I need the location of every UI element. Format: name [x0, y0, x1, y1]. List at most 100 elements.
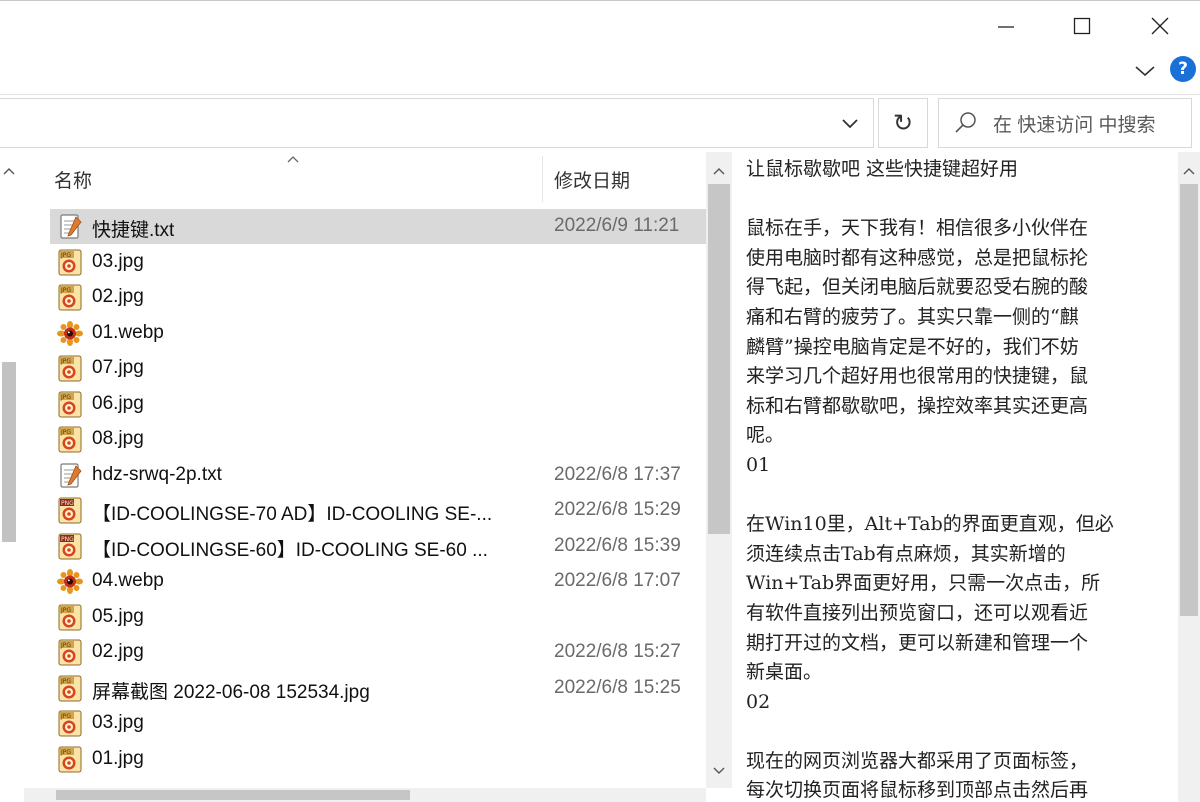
- file-name: 01.jpg: [92, 747, 144, 769]
- chevron-down-icon: [713, 767, 725, 774]
- file-row[interactable]: 04.webp 2022/6/8 17:07: [50, 564, 706, 599]
- file-date-modified: 2022/6/9 11:21: [554, 215, 680, 236]
- jpg-file-icon: JPG: [56, 249, 84, 276]
- svg-text:JPG: JPG: [60, 252, 71, 259]
- jpg-file-icon: JPG: [56, 355, 84, 382]
- close-button[interactable]: [1124, 0, 1196, 52]
- file-row[interactable]: JPG 03.jpg: [50, 706, 706, 741]
- file-name: 03.jpg: [92, 712, 144, 733]
- jpg-file-icon: JPG: [56, 746, 84, 773]
- minimize-button[interactable]: [970, 0, 1042, 52]
- file-name: 02.jpg: [92, 286, 144, 307]
- png-file-icon: PNG: [56, 497, 84, 524]
- svg-text:JPG: JPG: [60, 358, 71, 365]
- webp-file-icon: [56, 568, 84, 595]
- svg-text:PNG: PNG: [61, 500, 74, 507]
- file-list-scroll-up-button[interactable]: [706, 160, 732, 182]
- file-date-modified: 2022/6/8 17:07: [554, 570, 681, 591]
- svg-text:JPG: JPG: [60, 394, 71, 401]
- column-header-row: 名称 修改日期: [24, 152, 706, 202]
- preview-text-content: 让鼠标歇歇吧 这些快捷键超好用 鼠标在手，天下我有！相信很多小伙伴在 使用电脑时…: [746, 158, 1114, 802]
- file-date-modified: 2022/6/8 15:27: [554, 641, 681, 662]
- file-name: 05.jpg: [92, 605, 144, 627]
- ribbon-row: [0, 52, 1200, 94]
- file-name: 屏幕截图 2022-06-08 152534.jpg: [92, 681, 370, 703]
- file-list[interactable]: 名称 修改日期 快捷键.txt 2022/6/9 11:21 JPG 03.jpg JP…: [24, 152, 706, 788]
- column-header-date-modified[interactable]: 修改日期: [554, 166, 630, 193]
- chevron-up-icon: [713, 168, 725, 175]
- file-row[interactable]: JPG 01.jpg: [50, 742, 706, 777]
- file-row[interactable]: hdz-srwq-2p.txt 2022/6/8 17:37: [50, 458, 706, 493]
- file-row[interactable]: JPG 02.jpg 2022/6/8 15:27: [50, 635, 706, 670]
- file-row[interactable]: JPG 07.jpg: [50, 351, 706, 386]
- svg-text:JPG: JPG: [60, 607, 71, 614]
- file-row[interactable]: JPG 05.jpg: [50, 600, 706, 635]
- file-row[interactable]: JPG 03.jpg: [50, 245, 706, 280]
- file-name: 【ID-COOLINGSE-70 AD】ID-COOLING SE-...: [92, 504, 493, 525]
- file-name: 快捷键.txt: [92, 220, 175, 241]
- nav-scroll-up-button[interactable]: [0, 160, 18, 182]
- file-row[interactable]: JPG 屏幕截图 2022-06-08 152534.jpg 2022/6/8 15…: [50, 671, 706, 706]
- file-row[interactable]: 01.webp: [50, 316, 706, 351]
- preview-scroll-up-button[interactable]: [1178, 160, 1200, 182]
- file-name: hdz-srwq-2p.txt: [92, 463, 222, 485]
- address-bar[interactable]: [0, 98, 874, 148]
- preview-pane[interactable]: 让鼠标歇歇吧 这些快捷键超好用 鼠标在手，天下我有！相信很多小伙伴在 使用电脑时…: [734, 152, 1178, 802]
- file-row[interactable]: PNG 【ID-COOLINGSE-70 AD】ID-COOLING SE-...…: [50, 493, 706, 528]
- expand-ribbon-button[interactable]: [1130, 58, 1160, 84]
- file-row[interactable]: 快捷键.txt 2022/6/9 11:21: [50, 209, 706, 244]
- chevron-down-icon: [842, 119, 858, 129]
- jpg-file-icon: JPG: [56, 391, 84, 418]
- chevron-up-icon: [3, 168, 15, 175]
- svg-text:PNG: PNG: [61, 536, 74, 543]
- address-history-dropdown[interactable]: [834, 108, 866, 140]
- help-icon: ?: [1178, 59, 1188, 79]
- file-list-scroll-down-button[interactable]: [706, 760, 732, 782]
- file-row[interactable]: JPG 08.jpg: [50, 422, 706, 457]
- jpg-file-icon: JPG: [56, 426, 84, 453]
- file-name: 06.jpg: [92, 392, 144, 414]
- png-file-icon: PNG: [56, 533, 84, 560]
- file-list-scrollbar-thumb[interactable]: [708, 184, 730, 534]
- column-divider[interactable]: [542, 156, 543, 202]
- file-name: 04.webp: [92, 570, 164, 591]
- svg-text:JPG: JPG: [60, 429, 71, 436]
- search-box[interactable]: 在 快速访问 中搜索: [938, 98, 1192, 148]
- maximize-icon: [1073, 17, 1091, 35]
- chevron-up-icon: [1183, 168, 1195, 175]
- chevron-down-icon: [1135, 66, 1155, 77]
- svg-text:JPG: JPG: [60, 749, 71, 756]
- file-name: 01.webp: [92, 321, 164, 343]
- preview-scrollbar-thumb[interactable]: [1180, 184, 1198, 616]
- close-icon: [1151, 17, 1169, 35]
- column-header-name[interactable]: 名称: [54, 166, 92, 193]
- svg-text:JPG: JPG: [60, 678, 71, 685]
- file-row[interactable]: JPG 02.jpg: [50, 280, 706, 315]
- file-date-modified: 2022/6/8 15:29: [554, 499, 681, 520]
- svg-text:JPG: JPG: [60, 642, 71, 649]
- file-name: 【ID-COOLINGSE-60】ID-COOLING SE-60 ...: [92, 539, 488, 561]
- jpg-file-icon: JPG: [56, 604, 84, 631]
- text-file-icon: [56, 462, 84, 489]
- horizontal-scrollbar-thumb[interactable]: [56, 790, 410, 800]
- file-row[interactable]: PNG 【ID-COOLINGSE-60】ID-COOLING SE-60 ...…: [50, 529, 706, 564]
- refresh-button[interactable]: ↻: [878, 98, 928, 148]
- refresh-icon: ↻: [892, 109, 914, 137]
- file-date-modified: 2022/6/8 17:37: [554, 463, 681, 485]
- file-date-modified: 2022/6/8 15:25: [554, 676, 681, 698]
- file-row[interactable]: JPG 06.jpg: [50, 387, 706, 422]
- maximize-button[interactable]: [1046, 0, 1118, 52]
- text-file-icon: [56, 213, 84, 240]
- svg-text:JPG: JPG: [60, 287, 71, 294]
- jpg-file-icon: JPG: [56, 284, 84, 311]
- jpg-file-icon: JPG: [56, 710, 84, 737]
- jpg-file-icon: JPG: [56, 675, 84, 702]
- file-name: 08.jpg: [92, 428, 144, 449]
- svg-text:JPG: JPG: [60, 713, 71, 720]
- search-icon: [939, 99, 993, 147]
- nav-scrollbar-thumb[interactable]: [2, 362, 16, 542]
- help-button[interactable]: ?: [1170, 56, 1196, 82]
- jpg-file-icon: JPG: [56, 639, 84, 666]
- file-date-modified: 2022/6/8 15:39: [554, 534, 681, 556]
- search-input[interactable]: 在 快速访问 中搜索: [993, 110, 1156, 137]
